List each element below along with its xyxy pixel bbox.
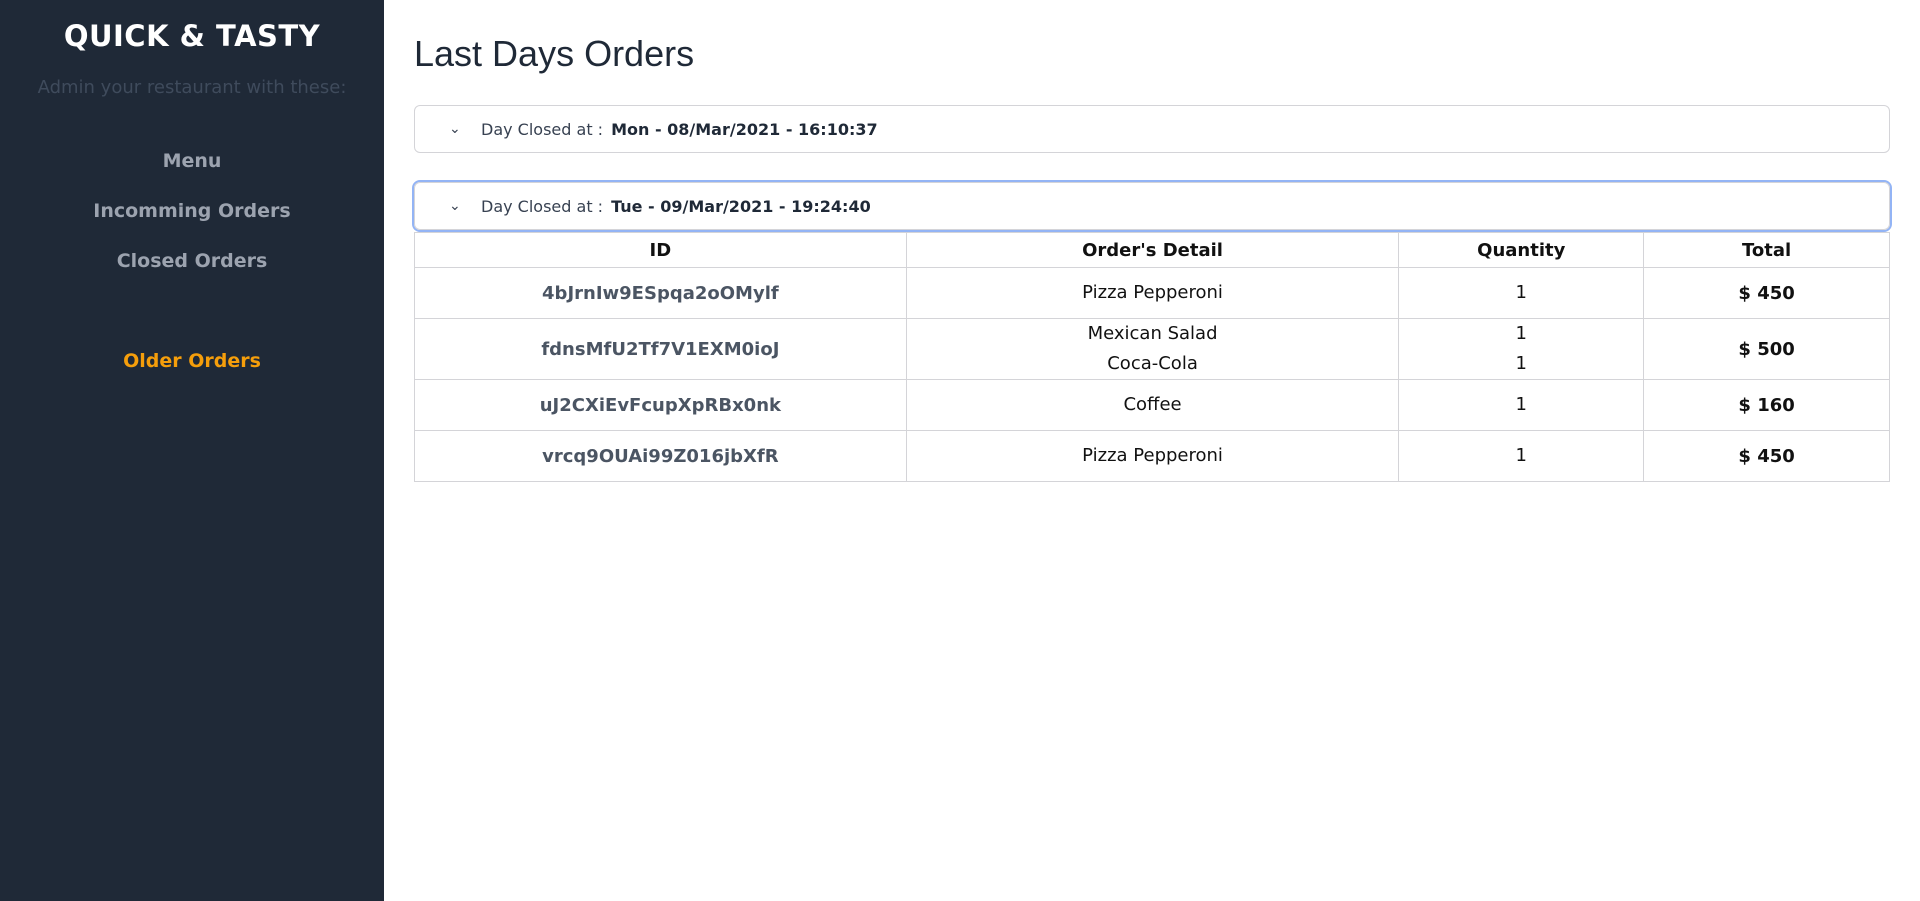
order-id: 4bJrnIw9ESpqa2oOMylf (414, 267, 907, 319)
chevron-down-icon: ⌄ (449, 198, 461, 214)
order-detail: Pizza Pepperoni (905, 430, 1400, 482)
order-item: Coca-Cola (1107, 353, 1198, 374)
column-header-detail: Order's Detail (905, 232, 1400, 268)
page-title: Last Days Orders (414, 33, 695, 74)
order-item: Pizza Pepperoni (1082, 282, 1223, 303)
day-accordion-header[interactable]: ⌄ Day Closed at : Tue - 09/Mar/2021 - 19… (414, 182, 1890, 230)
column-header-id: ID (414, 232, 907, 268)
item-quantity: 1 (1515, 394, 1527, 415)
table-header-row: ID Order's Detail Quantity Total (414, 232, 1890, 268)
order-quantity: 1 (1398, 379, 1645, 431)
order-quantity: 1 (1398, 430, 1645, 482)
table-row: vrcq9OUAi99Z016jbXfR Pizza Pepperoni 1 $ 45… (414, 430, 1890, 482)
sidebar-tagline: Admin your restaurant with these: (37, 77, 347, 98)
order-id: fdnsMfU2Tf7V1EXM0ioJ (414, 318, 907, 380)
item-quantity: 1 (1515, 282, 1527, 303)
order-total: $ 500 (1643, 318, 1890, 380)
brand-title: QUICK & TASTY (63, 19, 321, 53)
order-item: Pizza Pepperoni (1082, 445, 1223, 466)
order-total: $ 450 (1643, 267, 1890, 319)
table-row: 4bJrnIw9ESpqa2oOMylf Pizza Pepperoni 1 $ 45… (414, 267, 1890, 319)
day-closed-label: Day Closed at : (481, 119, 604, 139)
main-content: Last Days Orders ⌄ Day Closed at : Mon -… (414, 0, 1890, 482)
sidebar-nav: Menu Incomming Orders Closed Orders Olde… (0, 136, 384, 386)
order-quantity: 11 (1398, 318, 1645, 380)
order-total: $ 450 (1643, 430, 1890, 482)
orders-table: ID Order's Detail Quantity Total 4bJrnIw… (414, 232, 1890, 482)
item-quantity: 1 (1515, 445, 1527, 466)
sidebar-item-closed-orders[interactable]: Closed Orders (0, 236, 384, 286)
table-row: fdnsMfU2Tf7V1EXM0ioJ Mexican Salad Coca-Co… (414, 318, 1890, 380)
day-closed-label: Day Closed at : (481, 196, 604, 216)
order-detail: Mexican Salad Coca-Cola (905, 318, 1400, 380)
day-closed-date: Mon - 08/Mar/2021 - 16:10:37 (611, 119, 878, 139)
order-id: vrcq9OUAi99Z016jbXfR (414, 430, 907, 482)
sidebar-item-incomming-orders[interactable]: Incomming Orders (0, 186, 384, 236)
item-quantity: 1 (1515, 323, 1527, 344)
column-header-total: Total (1643, 232, 1890, 268)
table-row: uJ2CXiEvFcupXpRBx0nk Coffee 1 $ 160 (414, 379, 1890, 431)
sidebar-item-older-orders[interactable]: Older Orders (0, 336, 384, 386)
order-id: uJ2CXiEvFcupXpRBx0nk (414, 379, 907, 431)
order-item: Mexican Salad (1087, 323, 1218, 344)
order-detail: Pizza Pepperoni (905, 267, 1400, 319)
order-total: $ 160 (1643, 379, 1890, 431)
chevron-down-icon: ⌄ (449, 121, 461, 137)
sidebar: QUICK & TASTY Admin your restaurant with… (0, 0, 384, 901)
column-header-quantity: Quantity (1398, 232, 1645, 268)
day-accordion-header[interactable]: ⌄ Day Closed at : Mon - 08/Mar/2021 - 16… (414, 105, 1890, 153)
order-item: Coffee (1123, 394, 1182, 415)
order-quantity: 1 (1398, 267, 1645, 319)
day-closed-date: Tue - 09/Mar/2021 - 19:24:40 (611, 196, 871, 216)
order-detail: Coffee (905, 379, 1400, 431)
sidebar-item-menu[interactable]: Menu (0, 136, 384, 186)
item-quantity: 1 (1515, 353, 1527, 374)
